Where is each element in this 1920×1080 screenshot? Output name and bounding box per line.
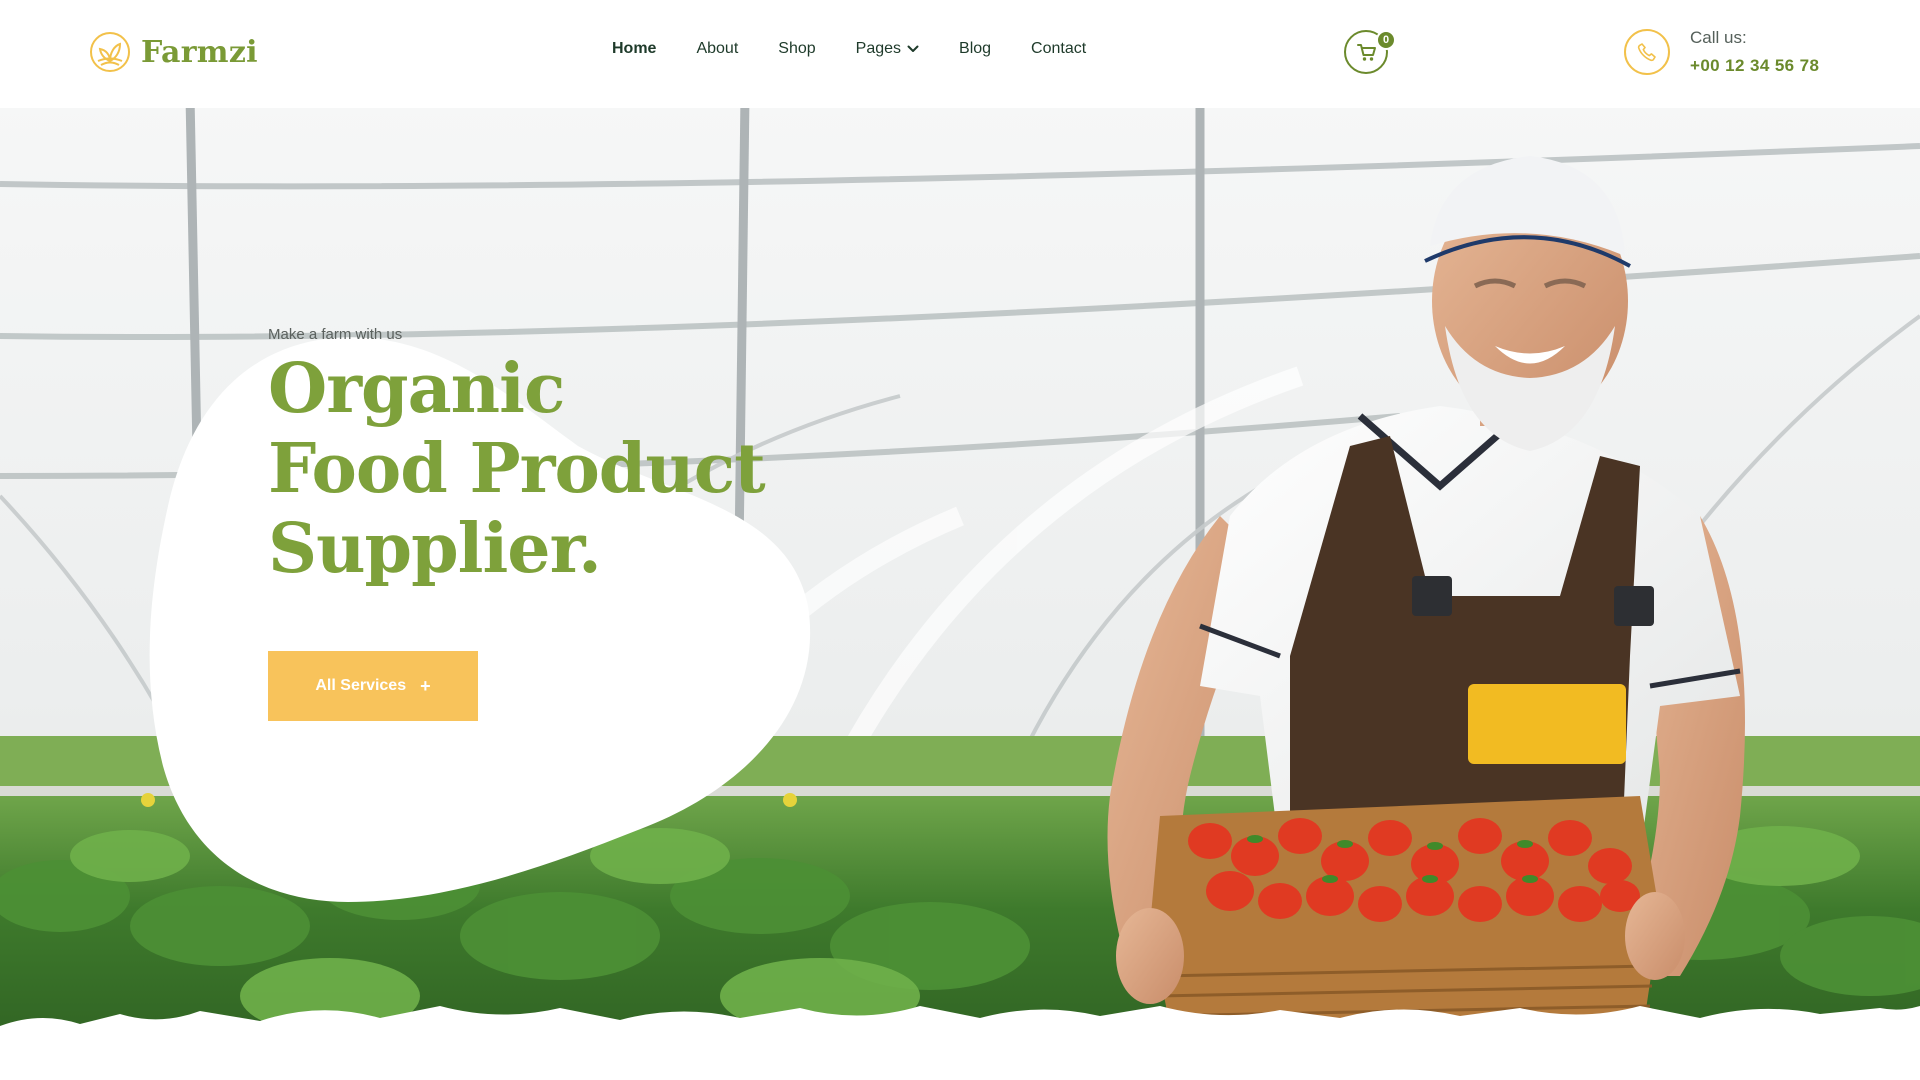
plus-icon: +	[420, 675, 431, 696]
headline-line: Food Product	[268, 429, 766, 509]
nav-item-pages[interactable]: Pages	[856, 40, 919, 58]
nav-item-label: Pages	[855, 40, 902, 57]
headline-line: Organic	[268, 349, 565, 429]
cta-label: All Services	[315, 677, 407, 694]
nav-item-label: About	[696, 40, 739, 57]
phone-number[interactable]: +00 12 34 56 78	[1690, 56, 1819, 76]
chevron-down-icon	[907, 45, 919, 52]
call-label: Call us:	[1690, 28, 1747, 47]
nav-item-label: Shop	[778, 40, 816, 57]
call-us[interactable]: Call us: +00 12 34 56 78	[1624, 28, 1819, 76]
site-header: Farmzi Home About Shop Pages Blog Contac…	[0, 0, 1920, 108]
hero-headline: Organic Food Product Supplier.	[268, 349, 788, 589]
cart-button[interactable]: 0	[1344, 30, 1396, 74]
leaf-logo-icon	[90, 32, 130, 72]
call-text: Call us: +00 12 34 56 78	[1690, 28, 1819, 76]
nav-item-about[interactable]: About	[696, 40, 738, 58]
nav-item-blog[interactable]: Blog	[959, 40, 991, 58]
nav-item-contact[interactable]: Contact	[1031, 40, 1086, 58]
nav-item-shop[interactable]: Shop	[778, 40, 815, 58]
main-nav: Home About Shop Pages Blog Contact	[612, 40, 1086, 58]
hero-content: Make a farm with us Organic Food Product…	[268, 326, 788, 589]
cart-icon	[1357, 44, 1376, 61]
all-services-button[interactable]: All Services +	[268, 651, 478, 721]
nav-item-label: Home	[612, 40, 657, 57]
nav-item-label: Blog	[959, 40, 992, 57]
hero-section: Make a farm with us Organic Food Product…	[0, 96, 1920, 1080]
cart-count-badge: 0	[1376, 30, 1396, 50]
phone-icon	[1624, 29, 1670, 75]
brand-logo[interactable]: Farmzi	[89, 31, 258, 73]
hero-kicker: Make a farm with us	[268, 326, 403, 343]
nav-item-label: Contact	[1031, 40, 1087, 57]
headline-line: Supplier.	[268, 509, 602, 589]
brand-name: Farmzi	[141, 34, 258, 70]
nav-item-home[interactable]: Home	[612, 40, 656, 58]
